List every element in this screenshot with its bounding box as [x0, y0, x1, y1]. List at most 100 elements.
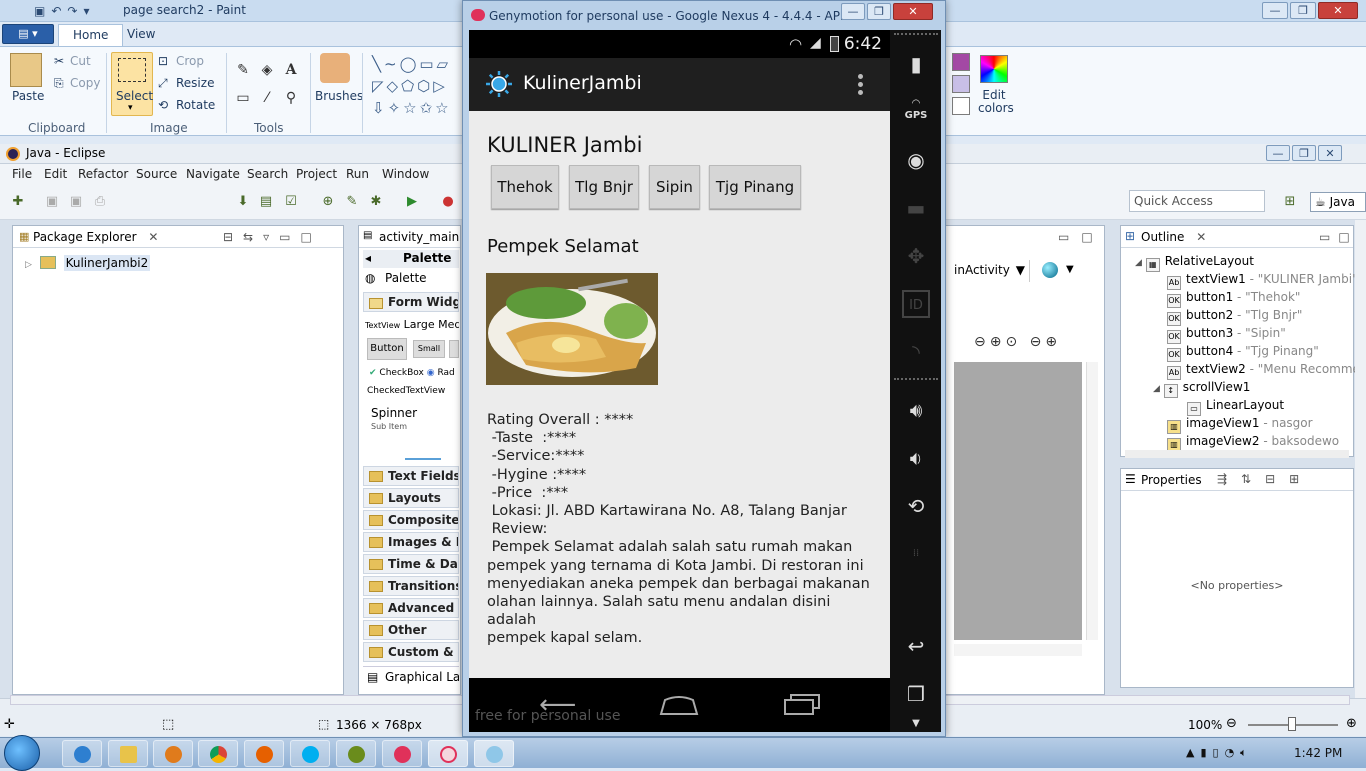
outline-horizontal-scrollbar[interactable] [1125, 450, 1349, 458]
battery-widget-icon[interactable]: ▮ [902, 50, 930, 78]
outline-item-button1[interactable]: OK button1 - "Thehok" [1167, 290, 1300, 308]
palette-section-other[interactable]: Other [363, 620, 459, 640]
device-canvas[interactable] [954, 362, 1082, 640]
outline-item-button4[interactable]: OK button4 - "Tjg Pinang" [1167, 344, 1319, 362]
taskbar-genymotion-player[interactable] [428, 740, 468, 767]
brushes-icon[interactable] [320, 53, 350, 83]
maximize-icon[interactable]: ❐ [867, 3, 891, 20]
menu-edit[interactable]: Edit [44, 167, 67, 181]
zoom-controls[interactable]: ⊖⊕⊙ ⊖⊕ [974, 334, 1061, 350]
properties-tab[interactable]: ☰ Properties ⇶⇅⊟⊞ [1121, 469, 1353, 491]
remote-control-icon[interactable]: ✥ [902, 242, 930, 270]
sipin-button[interactable]: Sipin [649, 165, 700, 209]
tool-icon[interactable]: ✎ [344, 194, 360, 210]
menu-navigate[interactable]: Navigate [186, 167, 240, 181]
color-picker-icon[interactable]: ⁄ [258, 89, 276, 107]
chevron-down-icon[interactable]: ▼ [1066, 264, 1074, 275]
graphical-layout-tab[interactable]: ▤ Graphical Layout [363, 666, 459, 688]
debug-icon[interactable]: ✱ [368, 194, 384, 210]
color-swatch[interactable] [952, 53, 970, 71]
taskbar-chrome[interactable] [198, 740, 238, 767]
save-all-icon[interactable]: ▣ [68, 194, 84, 210]
palette-section-form-widgets[interactable]: Form Widgets [363, 292, 459, 312]
shapes-gallery-row3[interactable]: ⇩✧☆✩☆ [372, 99, 452, 117]
gps-widget-icon[interactable]: ◠ GPS [902, 98, 930, 126]
network-icon[interactable]: ◝ [902, 338, 930, 366]
edit-colors-icon[interactable] [980, 55, 1008, 83]
run-icon[interactable]: ▶ [404, 194, 420, 210]
palette-section-custom-library[interactable]: Custom & Library [363, 642, 459, 662]
menu-source[interactable]: Source [136, 167, 177, 181]
select-button[interactable]: Select ▾ [111, 52, 153, 116]
palette-section-composite[interactable]: Composite [363, 510, 459, 530]
crop-button[interactable]: Crop [176, 54, 204, 68]
zoom-in-icon[interactable]: ⊕ [1346, 716, 1357, 731]
sidebar-scroll-down-icon[interactable]: ▼ [902, 710, 930, 738]
minimize-icon[interactable]: — [841, 3, 865, 20]
close-icon[interactable]: ✕ [148, 230, 158, 244]
window-vertical-scrollbar[interactable] [1355, 220, 1366, 698]
shapes-gallery[interactable]: ╲∼◯▭▱ [372, 55, 451, 73]
minimize-icon[interactable]: — [1262, 2, 1288, 19]
outline-item-relativelayout[interactable]: ◢ ▦ RelativeLayout [1135, 254, 1254, 272]
copy-icon[interactable]: ⎘ [54, 76, 64, 91]
zoom-slider-thumb[interactable] [1288, 717, 1296, 731]
edit-colors-button[interactable]: Edit colors [978, 89, 1014, 115]
taskbar-clock[interactable]: 1:42 PM [1294, 746, 1342, 760]
sidebar-recent-icon[interactable]: ❒ [902, 680, 930, 708]
copy-button[interactable]: Copy [70, 76, 100, 90]
palette-section-time-date[interactable]: Time & Date [363, 554, 459, 574]
close-icon[interactable]: ✕ [1318, 2, 1358, 19]
package-explorer-tab[interactable]: ▦ Package Explorer ✕ ⊟⇆▿▭□ [13, 226, 343, 248]
outline-item-button2[interactable]: OK button2 - "Tlg Bnjr" [1167, 308, 1302, 326]
external-tools-icon[interactable]: ● [440, 194, 456, 210]
maximize-icon[interactable]: ❐ [1290, 2, 1316, 19]
rotate-button[interactable]: Rotate [176, 98, 215, 112]
text-icon[interactable]: A [282, 61, 300, 79]
maximize-icon[interactable]: ❐ [1292, 145, 1316, 161]
zoom-out-icon[interactable]: ⊖ [1226, 716, 1237, 731]
paint-file-menu-button[interactable]: ▤ ▾ [2, 24, 54, 44]
rotate-icon[interactable]: ⟲ [158, 98, 168, 112]
properties-toolbar[interactable]: ⇶⇅⊟⊞ [1217, 472, 1313, 486]
palette-section-images-media[interactable]: Images & Media [363, 532, 459, 552]
print-icon[interactable]: ⎙ [92, 194, 108, 210]
palette-section-text-fields[interactable]: Text Fields [363, 466, 459, 486]
resize-icon[interactable]: ⤢ [158, 76, 168, 91]
minimize-icon[interactable]: — [1266, 145, 1290, 161]
eraser-icon[interactable]: ▭ [234, 89, 252, 107]
outline-item-imageview1[interactable]: ▥ imageView1 - nasgor [1167, 416, 1313, 434]
menu-search[interactable]: Search [247, 167, 288, 181]
paint-quick-access[interactable]: ▣↶↷▾ [34, 4, 95, 18]
globe-icon[interactable] [1042, 262, 1058, 278]
tab-view[interactable]: View [113, 24, 169, 46]
device-id-icon[interactable]: ID [902, 290, 930, 318]
thehok-button[interactable]: Thehok [491, 165, 559, 209]
tlg-bnjr-button[interactable]: Tlg Bnjr [569, 165, 639, 209]
menu-file[interactable]: File [12, 167, 32, 181]
video-capture-icon[interactable]: ▬ [902, 194, 930, 222]
resize-button[interactable]: Resize [176, 76, 214, 90]
shapes-gallery-row2[interactable]: ◸◇⬠⬡▷ [372, 77, 448, 95]
taskbar-skype[interactable] [290, 740, 330, 767]
palette-checked-textview[interactable]: CheckedTextView [367, 386, 445, 396]
close-icon[interactable]: ✕ [1196, 230, 1206, 244]
fill-icon[interactable]: ◈ [258, 61, 276, 79]
palette-header[interactable]: ◂ Palette [363, 250, 459, 268]
color-swatch[interactable] [952, 75, 970, 93]
palette-small-button-widget[interactable]: Small [413, 340, 445, 358]
editor-window-controls[interactable]: ▭□ [1058, 230, 1105, 244]
color-swatch[interactable] [952, 97, 970, 115]
crop-icon[interactable]: ⊡ [158, 54, 168, 68]
open-perspective-icon[interactable]: ⊞ [1282, 194, 1298, 210]
palette-spinner[interactable]: Spinner [371, 406, 417, 420]
outline-item-linearlayout[interactable]: ▭ LinearLayout [1187, 398, 1284, 416]
lint-icon[interactable]: ☑ [283, 194, 299, 210]
quick-access-input[interactable]: Quick Access [1129, 190, 1265, 212]
menu-refactor[interactable]: Refactor [78, 167, 128, 181]
taskbar-genymotion-launcher[interactable] [382, 740, 422, 767]
palette-section-transitions[interactable]: Transitions [363, 576, 459, 596]
palette-progress-widget[interactable] [405, 458, 441, 460]
activity-select[interactable]: inActivity ▼ [950, 260, 1030, 282]
avd-manager-icon[interactable]: ▤ [258, 194, 274, 210]
